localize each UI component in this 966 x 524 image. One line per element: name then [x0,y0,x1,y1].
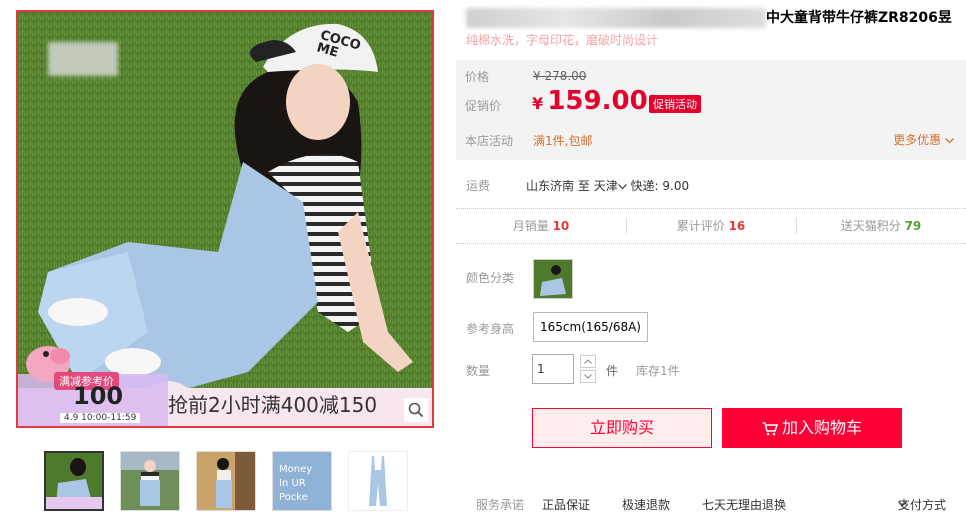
stat-points: 送天猫积分 79 [796,209,966,243]
quantity-increase[interactable] [580,355,596,368]
current-price: ¥ 159.00 [532,86,648,116]
add-to-cart-button[interactable]: 加入购物车 [722,408,902,448]
buy-now-button[interactable]: 立即购买 [532,408,712,448]
activity-label: 本店活动 [465,134,514,148]
color-swatch-image [534,260,572,298]
ship-to: 天津 [593,179,618,193]
svg-text:In UR: In UR [279,478,306,489]
quantity-input[interactable]: 1 [532,354,574,384]
shipping-label: 运费 [466,179,491,193]
add-to-cart-label: 加入购物车 [781,418,862,437]
product-title-text: 中大童背带牛仔裤ZR8206昱 [766,10,952,26]
stat-value: 10 [552,219,570,233]
stat-monthly-sales: 月销量 10 [456,209,626,243]
promo-date: 4.9 10:00-11:59 [60,413,141,423]
stat-value: 79 [904,219,922,233]
promo-price: 100 [73,382,124,410]
stat-label: 送天猫积分 [840,219,901,233]
thumb-2[interactable] [120,451,180,511]
quantity-label: 数量 [466,364,491,378]
thumb-image [121,452,179,510]
thumb-5[interactable] [348,451,408,511]
main-product-image[interactable]: COCO ME 满减参考价 100 4.9 10:00-11:59 抢前2小时满4… [16,10,434,428]
ship-from: 山东济南 [526,179,575,193]
thumb-image [197,452,255,510]
shipping-detail: 山东济南 至 天津 快递: 9.00 [526,177,689,194]
current-price-value: 159.00 [547,86,648,116]
quantity-decrease[interactable] [580,370,596,383]
currency-symbol: ¥ [532,94,544,113]
chevron-down-icon [945,138,954,144]
service-item[interactable]: 七天无理由退换 [702,496,786,513]
quantity-unit: 件 [606,364,619,378]
thumb-image [349,452,407,510]
service-label: 服务承诺 [476,498,525,512]
thumbnail-strip: Money In UR Pocke [44,451,408,511]
stat-reviews[interactable]: 累计评价 16 [626,209,796,243]
payment-methods[interactable]: 支付方式 [898,496,946,512]
price-panel: 价格 ¥ 278.00 促销价 ¥ 159.00 促销活动 本店活动 满1件,包… [456,60,966,160]
stat-label: 累计评价 [676,219,725,233]
more-offers-label: 更多优惠 [893,133,942,147]
payment-label: 支付方式 [898,498,947,512]
thumb-4[interactable]: Money In UR Pocke [272,451,332,511]
ship-to-word: 至 [577,179,590,193]
color-option[interactable] [533,259,573,299]
more-offers-link[interactable]: 更多优惠 [893,131,954,148]
chevron-down-icon [584,374,592,379]
subtitle-redacted [466,30,696,45]
size-label: 参考身高 [466,322,515,336]
magnifier-icon [408,402,424,418]
chevron-down-icon [617,184,627,190]
zoom-button[interactable] [404,398,428,422]
promo-tag[interactable]: 促销活动 [649,95,701,113]
service-item[interactable]: 极速退款 [622,496,670,513]
thumb-1[interactable] [44,451,104,511]
svg-text:Pocke: Pocke [279,492,308,503]
stat-value: 16 [728,219,746,233]
size-option[interactable]: 165cm(165/68A) [533,312,648,342]
chevron-up-icon [584,359,592,364]
thumb-image: Money In UR Pocke [273,452,331,510]
product-title: 中大童背带牛仔裤ZR8206昱 [466,6,966,28]
color-label: 颜色分类 [466,271,515,285]
promo-price-label: 促销价 [465,99,502,113]
shop-activity: 满1件,包邮 [533,134,593,148]
thumb-image [46,453,102,509]
express-fee: 快递: 9.00 [630,179,690,193]
stat-label: 月销量 [512,219,549,233]
thumb-3[interactable] [196,451,256,511]
ship-to-select[interactable]: 天津 [594,179,627,193]
price-label: 价格 [465,70,490,84]
original-price: ¥ 278.00 [533,69,587,83]
title-redacted [466,8,766,28]
service-item[interactable]: 正品保证 [542,496,590,513]
sales-stats: 月销量 10 累计评价 16 送天猫积分 79 [456,208,966,244]
stock-count: 库存1件 [636,364,680,378]
blurred-logo [48,42,118,76]
promo-text: 抢前2小时满400减150 [168,393,378,417]
svg-text:Money: Money [279,464,312,475]
cart-icon [762,421,778,435]
